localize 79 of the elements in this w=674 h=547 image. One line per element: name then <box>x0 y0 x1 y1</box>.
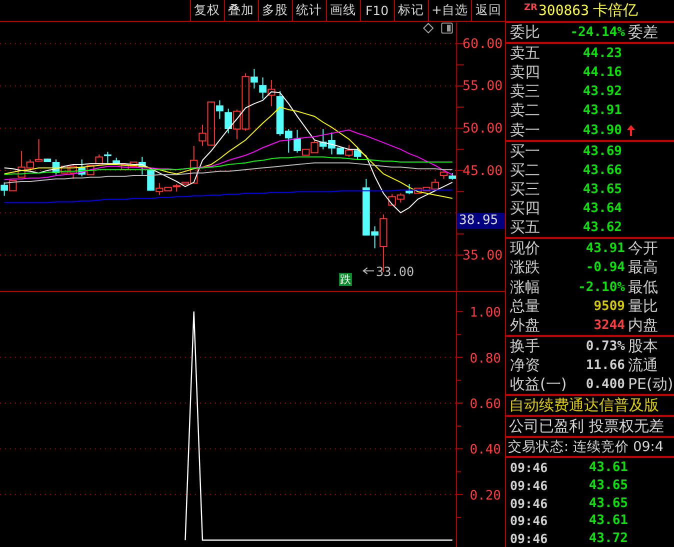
order-level-label: 卖一 <box>510 120 541 140</box>
axis-label: 1.00 <box>470 306 501 321</box>
axis-label: 0.60 <box>470 397 501 412</box>
price-tag: 38.95 <box>457 213 505 230</box>
tick-time: 09:46 <box>509 478 549 493</box>
stock-name: 卡倍亿 <box>593 1 638 20</box>
quote-value: 43.91 <box>584 241 625 256</box>
order-price: 43.66 <box>582 162 622 178</box>
quote-label: PE(动) <box>628 375 674 394</box>
order-level-label: 买四 <box>510 198 541 218</box>
signal-badge: 跌 <box>339 273 352 286</box>
quote-label: 涨幅 <box>510 278 541 297</box>
quote-label: 换手 <box>510 337 541 356</box>
tick-price: 43.65 <box>588 478 628 493</box>
quote-label: 现价 <box>510 239 541 258</box>
quote-label: 涨跌 <box>510 258 541 278</box>
axis-label: 55.00 <box>462 79 503 94</box>
stock-code: 300863 <box>538 2 590 19</box>
quote-label: 净资 <box>510 356 541 376</box>
order-level-label: 卖三 <box>510 82 541 102</box>
trading-status: 交易状态: 连续竞价 09:4 <box>507 438 664 456</box>
order-price: 43.90 <box>582 122 622 138</box>
low-price-label: 33.00 <box>376 264 414 279</box>
tick-price: 43.65 <box>588 496 628 511</box>
quote-label: 最高 <box>628 258 659 278</box>
low-pointer-arrow <box>362 267 374 274</box>
quote-value: 0.400 <box>584 377 625 392</box>
diamond-icon[interactable] <box>422 22 434 34</box>
info-text: 公司已盈利 投票权无差 <box>508 417 664 436</box>
tick-time: 09:46 <box>509 496 549 511</box>
quote-label: 委比 <box>510 23 541 42</box>
quote-value: -2.10% <box>577 280 625 295</box>
notice-text: 自动续费通达信普及版 <box>508 396 659 416</box>
quote-label: 流通 <box>628 356 659 376</box>
quote-label: 外盘 <box>510 316 541 335</box>
order-price: 43.62 <box>582 220 622 236</box>
order-level-label: 买一 <box>510 142 541 161</box>
order-price: 43.64 <box>582 200 622 216</box>
order-level-label: 买五 <box>510 218 541 238</box>
axis-label: 50.00 <box>462 122 503 136</box>
axis-label: 0.40 <box>470 442 501 458</box>
axis-label: 0.20 <box>470 488 501 504</box>
square-icon[interactable] <box>441 22 453 34</box>
quote-label: 今开 <box>628 239 659 258</box>
tick-time: 09:46 <box>509 513 549 528</box>
quote-value: -24.14% <box>569 25 625 40</box>
quote-value: 9509 <box>592 298 625 314</box>
tick-price: 43.61 <box>588 460 628 476</box>
quote-label: 内盘 <box>628 316 659 335</box>
order-price: 44.16 <box>582 65 622 80</box>
axis-label: 60.00 <box>462 36 503 52</box>
tick-price: 43.61 <box>588 513 628 528</box>
axis-label: 0.80 <box>470 351 501 366</box>
quote-label: 股本 <box>628 337 659 356</box>
order-price: 43.65 <box>582 182 622 197</box>
tick-price: 43.72 <box>588 530 628 546</box>
quote-value: -0.94 <box>584 260 625 276</box>
axis-label: 45.00 <box>462 164 503 179</box>
axis-label: 35.00 <box>462 248 503 264</box>
tick-time: 09:46 <box>509 530 549 546</box>
order-price: 44.23 <box>582 46 622 62</box>
order-level-label: 卖四 <box>510 63 541 82</box>
order-level-label: 卖五 <box>510 44 541 64</box>
quote-label: 委差 <box>628 23 659 42</box>
order-level-label: 卖二 <box>510 101 541 120</box>
order-level-label: 买三 <box>510 180 541 199</box>
quote-value: 0.73% <box>584 339 625 354</box>
market-tag: ZR <box>524 3 538 13</box>
quote-value: 11.66 <box>584 358 625 374</box>
quote-label: 量比 <box>628 296 659 316</box>
quote-label: 收益(一) <box>510 375 567 394</box>
order-price: 43.91 <box>582 103 622 118</box>
tick-time: 09:46 <box>509 460 549 476</box>
quote-value: 3244 <box>592 318 625 333</box>
quote-label: 总量 <box>510 296 541 316</box>
order-level-label: 买二 <box>510 160 541 180</box>
order-price: 43.69 <box>582 144 622 159</box>
order-price: 43.92 <box>582 84 622 100</box>
quote-label: 最低 <box>628 278 659 297</box>
